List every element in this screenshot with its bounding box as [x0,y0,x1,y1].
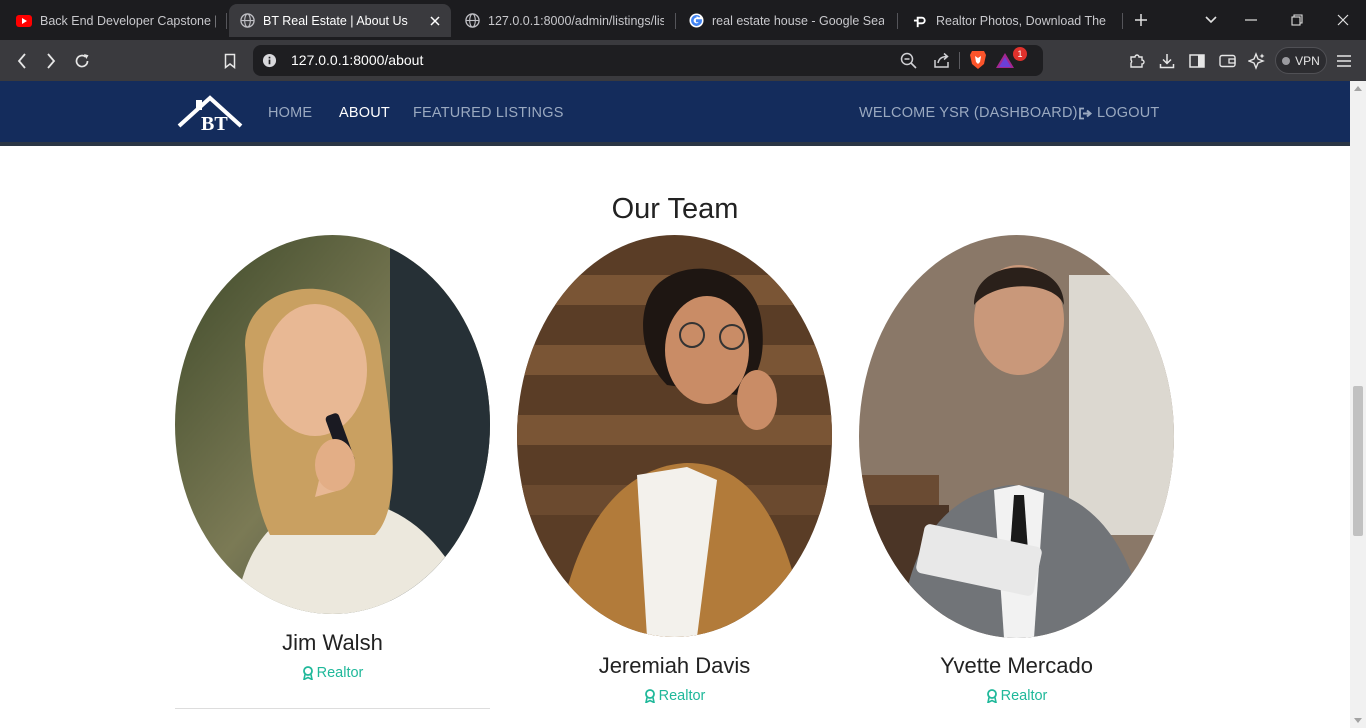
vpn-button[interactable]: VPN [1275,47,1327,74]
browser-toolbar: 127.0.0.1:8000/about 1 VPN [0,40,1366,81]
nav-dashboard[interactable]: WELCOME YSR (DASHBOARD) [859,105,1078,121]
team-heading: Our Team [611,193,739,225]
minimize-icon[interactable] [1228,0,1274,40]
nav-logout[interactable]: LOGOUT [1078,105,1159,121]
browser-tab-google-search[interactable]: real estate house - Google Search [678,4,894,37]
sidebar-toggle-icon[interactable] [1184,48,1210,74]
page-scrollbar[interactable] [1350,81,1366,728]
google-icon [688,13,704,29]
brave-rewards-icon[interactable] [995,52,1015,74]
wallet-icon[interactable] [1214,48,1240,74]
youtube-icon [16,13,32,29]
portrait-image [859,235,1174,638]
close-tab-icon[interactable] [427,13,443,29]
restore-icon[interactable] [1274,0,1320,40]
nav-home[interactable]: HOME [268,105,312,121]
browser-tab-admin-listings[interactable]: 127.0.0.1:8000/admin/listings/list [454,4,674,37]
portrait-image [517,235,832,637]
logo-text: BT [201,113,228,132]
portrait-image [175,235,490,614]
team-member-role-3: Realtor [859,688,1174,704]
reload-icon[interactable] [69,48,95,74]
browser-tab-strip: Back End Developer Capstone || B BT Real… [0,0,1366,40]
brave-shields-icon[interactable] [969,50,987,75]
team-member-photo-2 [517,235,832,637]
award-icon [644,689,655,703]
download-icon[interactable] [1154,48,1180,74]
award-icon [986,689,997,703]
browser-tab-capstone[interactable]: Back End Developer Capstone || B [6,4,226,37]
scroll-down-arrow-icon[interactable] [1354,718,1362,723]
sign-out-icon [1079,107,1093,119]
leo-ai-icon[interactable] [1244,48,1270,74]
rewards-badge: 1 [1013,47,1027,61]
scroll-up-arrow-icon[interactable] [1354,86,1362,91]
nav-about[interactable]: ABOUT [339,105,390,121]
bookmark-icon[interactable] [217,48,243,74]
extensions-icon[interactable] [1124,48,1150,74]
site-info-icon[interactable] [262,53,277,73]
browser-tab-pexels[interactable]: Realtor Photos, Download The BE [902,4,1120,37]
globe-icon [464,13,480,29]
menu-icon[interactable] [1331,48,1357,74]
page-viewport: BT HOME ABOUT FEATURED LISTINGS WELCOME … [0,81,1350,728]
member-divider [175,708,490,709]
new-tab-icon[interactable] [1118,0,1164,40]
zoom-icon[interactable] [900,52,917,74]
team-member-name-1: Jim Walsh [282,630,383,655]
nav-featured-listings[interactable]: FEATURED LISTINGS [413,105,564,121]
vpn-status-dot [1282,56,1291,65]
globe-icon [239,13,255,29]
team-member-photo-1 [175,235,490,614]
team-member-name-2: Jeremiah Davis [598,653,751,678]
team-member-name-3: Yvette Mercado [940,653,1093,678]
award-icon [302,666,313,680]
team-member-role-2: Realtor [517,688,832,704]
site-navbar: BT HOME ABOUT FEATURED LISTINGS WELCOME … [0,81,1350,146]
share-icon[interactable] [933,52,951,74]
scrollbar-thumb[interactable] [1353,386,1363,536]
address-bar[interactable]: 127.0.0.1:8000/about 1 [253,45,1043,76]
team-member-photo-3 [859,235,1174,638]
back-icon[interactable] [9,48,35,74]
close-window-icon[interactable] [1320,0,1366,40]
forward-icon[interactable] [38,48,64,74]
pexels-icon [912,13,928,29]
url-text: 127.0.0.1:8000/about [291,52,424,68]
site-logo[interactable]: BT [177,94,243,135]
team-member-role-1: Realtor [175,665,490,681]
browser-tab-about[interactable]: BT Real Estate | About Us [229,4,451,37]
